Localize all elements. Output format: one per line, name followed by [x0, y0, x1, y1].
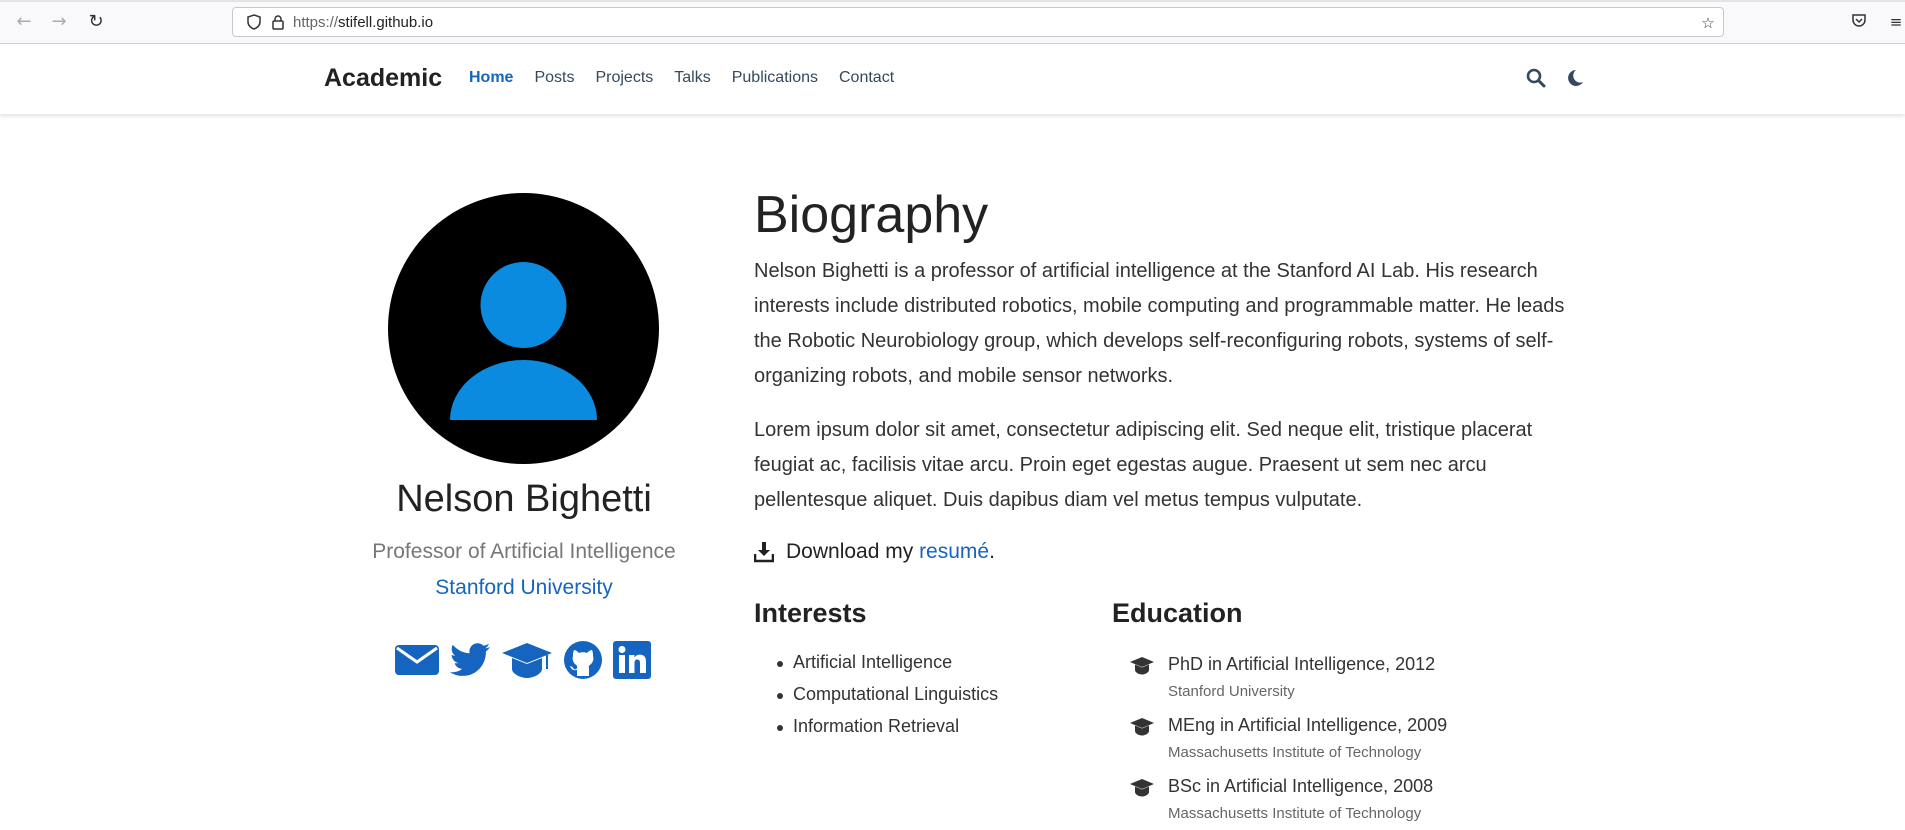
- github-icon[interactable]: [563, 640, 603, 685]
- list-item: Information Retrieval: [776, 716, 998, 748]
- download-period: .: [989, 540, 995, 563]
- nav-links: Home Posts Projects Talks Publications C…: [469, 69, 894, 87]
- list-item: Artificial Intelligence: [776, 652, 998, 684]
- profile-name: Nelson Bighetti: [396, 478, 652, 520]
- nav-link-home[interactable]: Home: [469, 69, 513, 87]
- graduation-cap-icon: [1130, 656, 1154, 676]
- social-links: [395, 640, 651, 685]
- list-item: Computational Linguistics: [776, 684, 998, 716]
- interests-list: Artificial Intelligence Computational Li…: [776, 652, 998, 748]
- biography-paragraph: Nelson Bighetti is a professor of artifi…: [754, 260, 1565, 387]
- education-institution: Massachusetts Institute of Technology: [1168, 805, 1422, 822]
- graduation-cap-icon[interactable]: [501, 641, 553, 684]
- education-institution: Massachusetts Institute of Technology: [1168, 744, 1422, 761]
- moon-icon[interactable]: [1565, 68, 1585, 88]
- nav-link-contact[interactable]: Contact: [839, 69, 894, 87]
- url-text[interactable]: https://stifell.github.io: [293, 14, 433, 31]
- envelope-icon[interactable]: [395, 643, 439, 682]
- twitter-icon[interactable]: [449, 642, 491, 683]
- nav-link-talks[interactable]: Talks: [674, 69, 710, 87]
- education-course: PhD in Artificial Intelligence, 2012: [1168, 654, 1436, 674]
- education-course: BSc in Artificial Intelligence, 2008: [1168, 776, 1434, 796]
- education-course: MEng in Artificial Intelligence, 2009: [1168, 715, 1448, 735]
- menu-icon[interactable]: ≡: [1886, 12, 1905, 32]
- search-icon[interactable]: [1526, 68, 1546, 88]
- back-arrow-icon[interactable]: ←: [12, 12, 36, 32]
- graduation-cap-icon: [1130, 717, 1154, 737]
- url-bar[interactable]: https://stifell.github.io ☆: [232, 7, 1724, 37]
- star-bookmark-icon[interactable]: ☆: [1699, 14, 1717, 32]
- nav-link-posts[interactable]: Posts: [534, 69, 574, 87]
- linkedin-icon[interactable]: [613, 641, 651, 684]
- education-institution: Stanford University: [1168, 683, 1295, 700]
- pocket-icon[interactable]: [1849, 12, 1869, 32]
- resume-link[interactable]: resumé: [919, 540, 989, 564]
- forward-arrow-icon[interactable]: →: [47, 12, 71, 32]
- graduation-cap-icon: [1130, 778, 1154, 798]
- reload-icon[interactable]: ↻: [84, 12, 108, 32]
- download-text: Download my: [786, 540, 920, 563]
- url-scheme: https://: [293, 14, 339, 31]
- shield-icon[interactable]: [245, 14, 263, 32]
- profile-role: Professor of Artificial Intelligence: [372, 540, 676, 563]
- url-host: stifell.github.io: [338, 14, 434, 31]
- biography-paragraph: Lorem ipsum dolor sit amet, consectetur …: [754, 419, 1533, 511]
- lock-icon[interactable]: [269, 14, 287, 32]
- site-navbar: Academic Home Posts Projects Talks Publi…: [0, 44, 1905, 114]
- site-brand[interactable]: Academic: [324, 64, 442, 93]
- biography-heading: Biography: [754, 186, 989, 244]
- nav-link-projects[interactable]: Projects: [595, 69, 653, 87]
- profile-organization[interactable]: Stanford University: [324, 576, 724, 600]
- nav-link-publications[interactable]: Publications: [732, 69, 818, 87]
- education-heading: Education: [1112, 598, 1243, 628]
- avatar: [388, 193, 659, 464]
- browser-toolbar: ← → ↻ https://stifell.github.io ☆ ≡: [0, 0, 1905, 44]
- tab-strip-line: [0, 0, 1905, 2]
- interests-heading: Interests: [754, 598, 867, 628]
- download-resume: Download my resumé.: [753, 540, 995, 564]
- download-icon: [753, 541, 775, 563]
